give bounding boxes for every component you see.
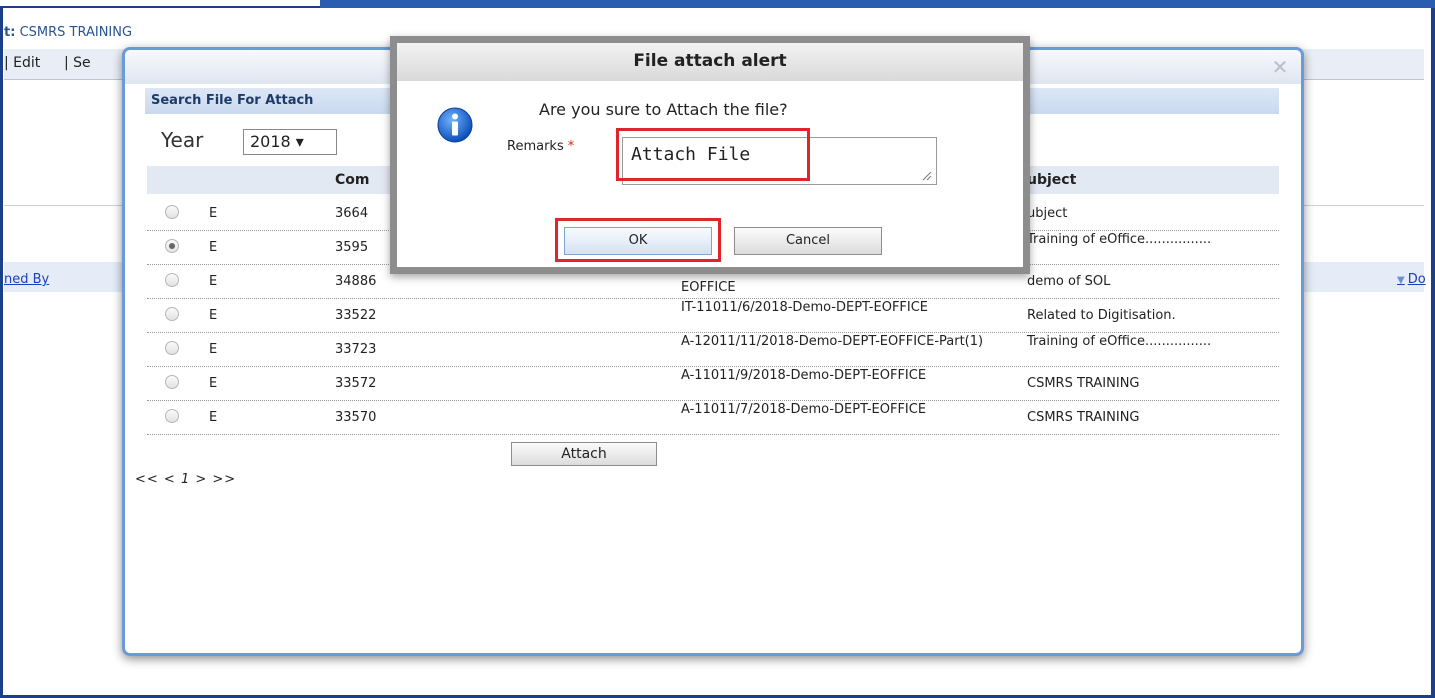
pager-next[interactable]: > >> [195,472,236,487]
row-file-no: A-11011/7/2018-Demo-DEPT-EOFFICE [681,402,927,417]
row-file-no: IT-11011/6/2018-Demo-DEPT-EOFFICE [681,300,929,315]
column-computer-no: Com [335,172,370,188]
row-computer-no: 3664 [335,206,369,221]
row-type: E [209,240,218,255]
table-row[interactable]: E 33723 A-12011/11/2018-Demo-DEPT-EOFFIC… [147,332,1279,367]
row-type: E [209,410,218,425]
row-file-no: A-11011/9/2018-Demo-DEPT-EOFFICE [681,368,927,383]
attach-button[interactable]: Attach [511,442,657,466]
row-computer-no: 33570 [335,410,377,425]
table-row[interactable]: E 33522 IT-11011/6/2018-Demo-DEPT-EOFFIC… [147,298,1279,333]
cancel-button[interactable]: Cancel [734,227,882,255]
alert-question: Are you sure to Attach the file? [539,100,788,119]
sort-link-left[interactable]: ned By [4,272,49,287]
remarks-label-text: Remarks [507,139,564,154]
ok-highlight [555,218,721,262]
row-computer-no: 33572 [335,376,377,391]
background-subject: t: CSMRS TRAINING [4,25,132,40]
pager-prev[interactable]: << < [135,472,176,487]
row-radio[interactable] [165,409,179,423]
subject-text: CSMRS TRAINING [19,25,133,40]
row-subject: CSMRS TRAINING [1027,376,1140,391]
row-subject: demo of SOL [1027,274,1111,289]
row-type: E [209,342,218,357]
info-icon [437,107,473,143]
toolbar-edit[interactable]: | Edit [4,55,40,71]
row-subject: ubject [1027,206,1068,221]
row-radio[interactable] [165,205,179,219]
row-file-no: A-12011/11/2018-Demo-DEPT-EOFFICE-Part(1… [681,334,984,349]
sort-link-right-wrap[interactable]: ▼ Do [1397,272,1426,287]
row-subject: CSMRS TRAINING [1027,410,1140,425]
table-row[interactable]: E 33572 A-11011/9/2018-Demo-DEPT-EOFFICE… [147,366,1279,401]
row-type: E [209,274,218,289]
pager-page[interactable]: 1 [181,472,190,487]
required-mark: * [567,139,575,154]
row-computer-no: 33522 [335,308,377,323]
row-radio[interactable] [165,341,179,355]
year-select[interactable]: 2018 ▾ [243,129,337,155]
row-subject: Training of eOffice................ [1027,334,1212,349]
sort-link-right[interactable]: Do [1408,272,1426,287]
row-computer-no: 3595 [335,240,369,255]
row-subject: Training of eOffice................ [1027,232,1212,247]
row-type: E [209,376,218,391]
remarks-highlight [616,128,810,181]
window-frame-left [0,8,3,698]
row-computer-no: 33723 [335,342,377,357]
remarks-label: Remarks * [507,139,574,154]
window-frame-right [1431,8,1435,698]
year-label: Year [161,128,204,152]
toolbar-se[interactable]: | Se [64,55,91,71]
subject-prefix: t: [4,25,16,40]
table-row[interactable]: E 33570 A-11011/7/2018-Demo-DEPT-EOFFICE… [147,400,1279,435]
window-frame-top-left [0,0,320,8]
row-file-no: EOFFICE [681,280,736,295]
row-subject: Related to Digitisation. [1027,308,1176,323]
pager: << < 1 > >> [135,472,236,487]
row-radio[interactable] [165,273,179,287]
row-radio[interactable] [165,307,179,321]
row-radio[interactable] [165,375,179,389]
row-radio[interactable] [165,239,179,253]
sort-arrow-icon: ▼ [1397,275,1405,286]
file-attach-alert: File attach alert Are you sure to Attach… [390,36,1030,274]
column-subject: ubject [1027,172,1077,188]
row-computer-no: 34886 [335,274,377,289]
close-icon[interactable]: ✕ [1271,57,1289,77]
alert-title: File attach alert [397,43,1023,81]
row-type: E [209,206,218,221]
resize-grip-icon[interactable] [922,171,932,181]
row-type: E [209,308,218,323]
